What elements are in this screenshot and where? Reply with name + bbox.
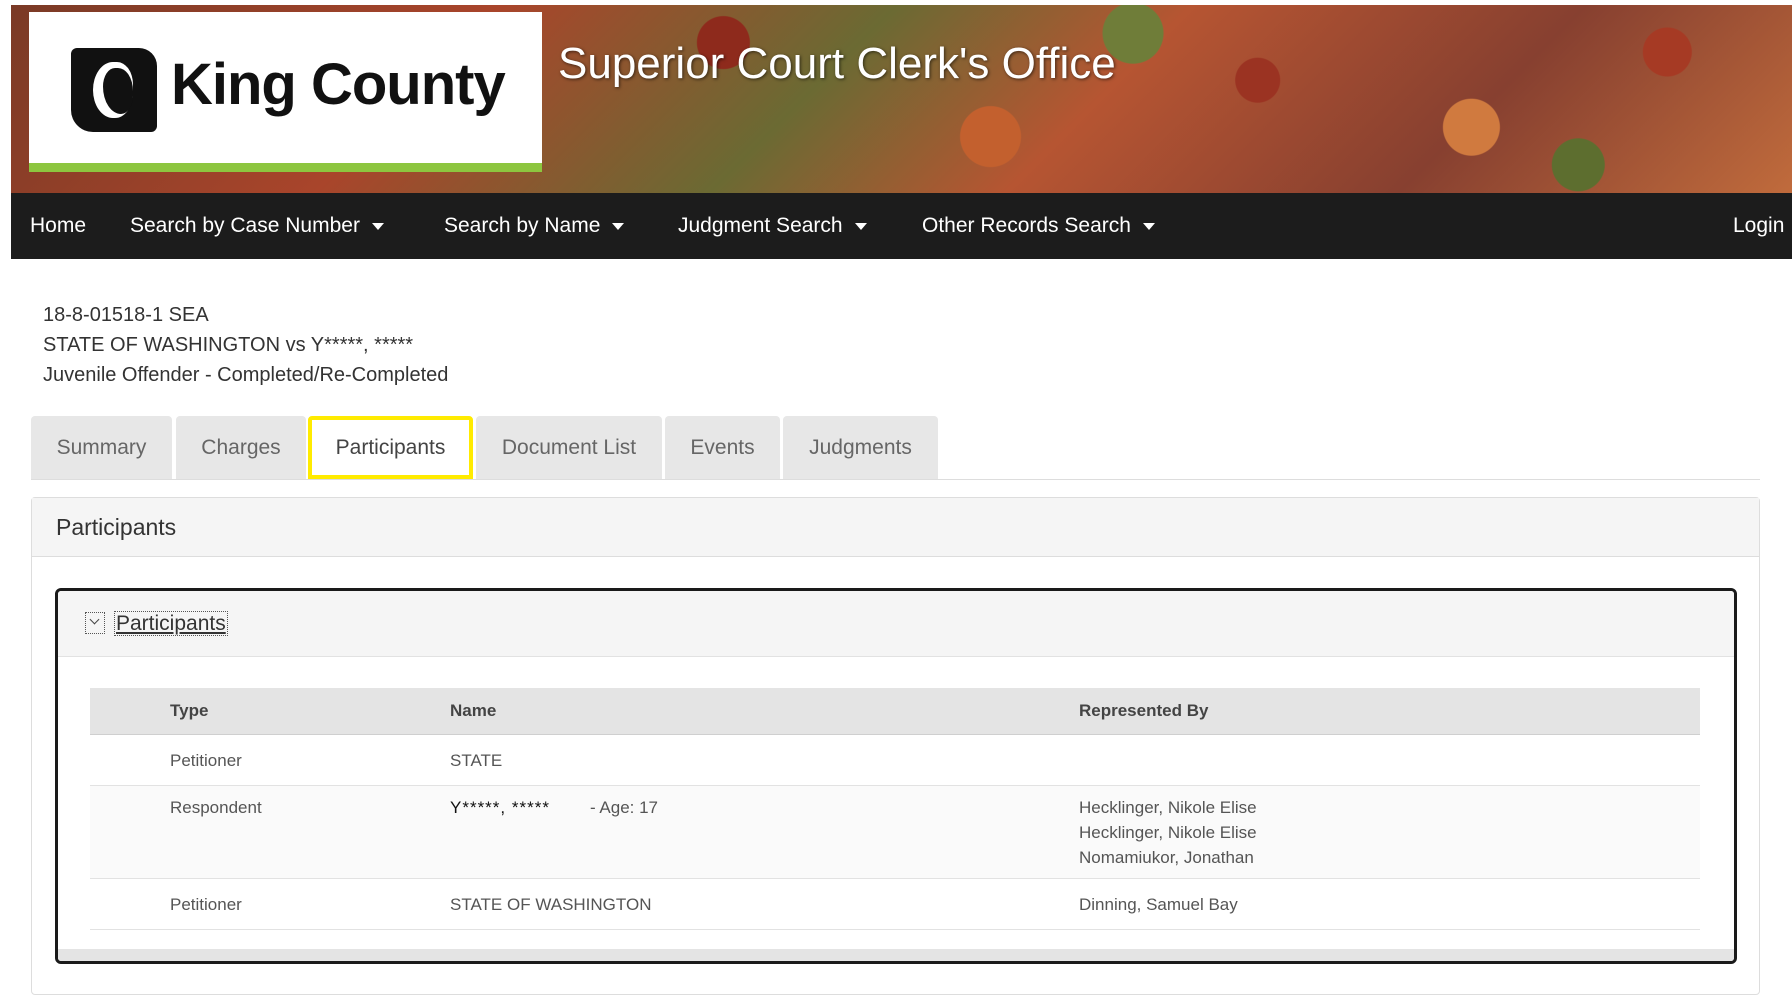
participants-section-title[interactable]: Participants	[114, 611, 228, 636]
nav-home-label: Home	[30, 214, 87, 237]
nav-judgment-search-label: Judgment Search	[678, 214, 843, 237]
chevron-down-icon	[89, 614, 100, 625]
table-row: Respondent Y*****, ***** - Age: 17 Heckli…	[90, 785, 1700, 879]
nav-other-records-search[interactable]: Other Records Search	[922, 193, 1155, 259]
caret-down-icon	[612, 222, 625, 230]
tab-summary[interactable]: Summary	[31, 416, 172, 479]
nav-other-records-search-label: Other Records Search	[922, 214, 1131, 237]
panel-heading: Participants	[32, 498, 1759, 557]
column-header-type: Type	[170, 688, 450, 735]
participant-name-cell: Y*****, ***** - Age: 17	[450, 786, 1079, 828]
nav-judgment-search[interactable]: Judgment Search	[678, 193, 867, 259]
represented-by	[1079, 735, 1700, 760]
caret-down-icon	[854, 222, 867, 230]
case-number: 18-8-01518-1 SEA	[43, 304, 209, 326]
caret-down-icon	[1142, 222, 1155, 230]
participant-name: STATE OF WASHINGTON	[450, 895, 652, 914]
site-title: Superior Court Clerk's Office	[558, 39, 1116, 88]
nav-search-by-name[interactable]: Search by Name	[444, 193, 625, 259]
tab-document-list[interactable]: Document List	[476, 416, 662, 479]
table-footer-bar	[58, 949, 1734, 961]
represented-by: Hecklinger, Nikole Elise Hecklinger, Nik…	[1079, 786, 1700, 878]
tab-charges[interactable]: Charges	[176, 416, 306, 479]
nav-search-by-name-label: Search by Name	[444, 214, 601, 237]
attorney-name: Dinning, Samuel Bay	[1079, 895, 1238, 914]
participant-age: - Age: 17	[589, 798, 659, 817]
participant-name: Y*****, *****	[450, 798, 550, 817]
participants-section-header: Participants	[58, 591, 1734, 657]
participant-name: STATE	[450, 751, 503, 770]
nav-home[interactable]: Home	[30, 193, 86, 259]
tab-events[interactable]: Events	[665, 416, 780, 479]
column-header-represented-by: Represented By	[1079, 688, 1700, 735]
represented-by: Dinning, Samuel Bay	[1079, 879, 1700, 929]
table-row: Petitioner STATE OF WASHINGTON Dinning, …	[90, 878, 1700, 930]
king-county-logo[interactable]: King County	[29, 12, 542, 172]
table-row: Petitioner STATE	[90, 734, 1700, 786]
tab-judgments[interactable]: Judgments	[783, 416, 938, 479]
logo-text: King County	[171, 52, 506, 117]
collapse-toggle-button[interactable]	[85, 612, 105, 634]
participant-type: Respondent	[170, 798, 262, 817]
participants-section: Participants Type Name Represented By Pe…	[55, 588, 1737, 964]
participant-type: Petitioner	[170, 751, 242, 770]
tab-participants[interactable]: Participants	[308, 416, 473, 479]
case-title: STATE OF WASHINGTON vs Y*****, *****	[43, 334, 414, 356]
nav-search-by-case-number-label: Search by Case Number	[130, 214, 360, 237]
tabs-divider	[31, 479, 1760, 480]
panel-title: Participants	[56, 514, 177, 540]
mlk-logo-icon	[71, 48, 157, 132]
column-header-name: Name	[450, 688, 1079, 735]
main-nav: Home Search by Case Number Search by Nam…	[11, 193, 1792, 259]
attorney-name: Hecklinger, Nikole Elise	[1079, 798, 1257, 817]
participant-type: Petitioner	[170, 895, 242, 914]
table-header-row: Type Name Represented By	[90, 688, 1700, 735]
nav-search-by-case-number[interactable]: Search by Case Number	[130, 193, 384, 259]
attorney-name: Nomamiukor, Jonathan	[1079, 848, 1254, 867]
nav-login-label: Login	[1733, 214, 1785, 237]
attorney-name: Hecklinger, Nikole Elise	[1079, 823, 1257, 842]
case-type: Juvenile Offender - Completed/Re-Complet…	[43, 364, 449, 386]
nav-login[interactable]: Login	[1733, 193, 1784, 259]
page: King County Superior Court Clerk's Offic…	[0, 0, 1792, 997]
caret-down-icon	[371, 222, 384, 230]
participants-table: Type Name Represented By Petitioner STAT…	[90, 688, 1700, 930]
